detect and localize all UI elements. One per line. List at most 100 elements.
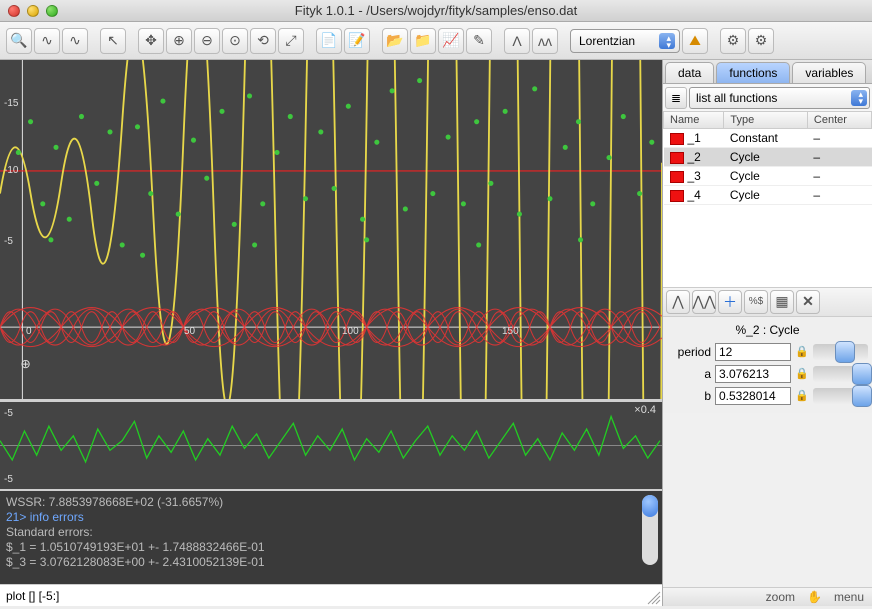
output-terminal[interactable]: WSSR: 7.8853978668E+02 (-31.6657%) 21> i… — [0, 489, 662, 584]
param-input[interactable] — [715, 387, 791, 405]
tool-move-button[interactable]: ✥ — [138, 28, 164, 54]
parameter-pane: %_2 : Cycle period🔒a🔒b🔒 — [663, 317, 872, 413]
function-type-select[interactable]: Lorentzian ▴▾ — [570, 29, 680, 53]
filter-list-icon[interactable]: ≣ — [665, 87, 687, 109]
zoom-icon[interactable] — [46, 5, 58, 17]
sidebar-tabs: data functions variables — [663, 60, 872, 84]
tool-pct-button[interactable]: %$ — [744, 290, 768, 314]
param-slider[interactable] — [813, 366, 868, 382]
color-swatch-icon — [670, 171, 684, 183]
function-type-label: Lorentzian — [579, 34, 635, 48]
main-plot[interactable]: ⊕ -15 -10 -5 0 50 100 150 — [0, 60, 662, 399]
status-bar: zoom ✋ menu — [663, 587, 872, 606]
tool-zoomx-button[interactable]: ⊙ — [222, 28, 248, 54]
tool-zoomin-button[interactable]: ⊕ — [166, 28, 192, 54]
tab-data[interactable]: data — [665, 62, 714, 83]
tool-gear1-button[interactable]: ⚙ — [720, 28, 746, 54]
command-input[interactable] — [0, 585, 644, 606]
lock-icon[interactable]: 🔒 — [795, 367, 809, 380]
xtick: 150 — [502, 326, 519, 337]
ytick: -5 — [4, 236, 13, 247]
table-row[interactable]: _3Cycle– — [664, 167, 872, 186]
tool-ploticon-button[interactable]: 📈 — [438, 28, 464, 54]
table-row[interactable]: _2Cycle– — [664, 148, 872, 167]
tool-open-button[interactable]: 📂 — [382, 28, 408, 54]
tool-openfolder-button[interactable]: 📁 — [410, 28, 436, 54]
command-input-row — [0, 584, 662, 606]
tool-peaks-button[interactable]: ᴧᴧ — [532, 28, 558, 54]
slider-thumb[interactable] — [852, 363, 872, 385]
aux-ytick: -5 — [4, 474, 13, 485]
function-list: Name Type Center _1Constant–_2Cycle–_3Cy… — [663, 112, 872, 287]
tool-edit-button[interactable]: ✎ — [466, 28, 492, 54]
slider-thumb[interactable] — [852, 385, 872, 407]
tool-pointer-button[interactable]: ↖ — [100, 28, 126, 54]
tool-scriptrun-button[interactable]: 📝 — [344, 28, 370, 54]
col-type[interactable]: Type — [724, 112, 808, 129]
slider-thumb[interactable] — [835, 341, 855, 363]
residual-canvas — [0, 402, 662, 489]
param-input[interactable] — [715, 365, 791, 383]
tool-script-button[interactable]: 📄 — [316, 28, 342, 54]
hand-icon: ✋ — [807, 590, 822, 604]
tool-gear2-button[interactable]: ⚙ — [748, 28, 774, 54]
tool-zoomout-button[interactable]: ⊖ — [194, 28, 220, 54]
close-icon[interactable] — [8, 5, 20, 17]
term-line: WSSR: 7.8853978668E+02 (-31.6657%) — [6, 495, 223, 509]
param-label: a — [667, 367, 711, 381]
minimize-icon[interactable] — [27, 5, 39, 17]
status-zoom[interactable]: zoom — [766, 590, 795, 604]
param-label: b — [667, 389, 711, 403]
param-slider[interactable] — [813, 344, 868, 360]
param-input[interactable] — [715, 343, 791, 361]
residual-plot[interactable]: -5 -5 ×0.4 — [0, 399, 662, 489]
resize-corner-icon[interactable] — [644, 588, 662, 606]
tool-peak-multi-button[interactable]: ⋀⋀ — [692, 290, 716, 314]
tool-add-button[interactable]: ＋ — [718, 290, 742, 314]
col-name[interactable]: Name — [664, 112, 724, 129]
tool-zoomall-button[interactable]: 🔍 — [6, 28, 32, 54]
tool-curve1-button[interactable]: ∿ — [34, 28, 60, 54]
param-row: period 🔒 — [667, 343, 868, 361]
color-swatch-icon — [670, 190, 684, 202]
terminal-scrollbar-thumb[interactable] — [642, 495, 658, 517]
xtick: 0 — [26, 326, 32, 337]
param-slider[interactable] — [813, 388, 868, 404]
tool-grid-button[interactable]: ▦ — [770, 290, 794, 314]
tab-functions[interactable]: functions — [716, 62, 790, 83]
aux-scale-label: ×0.4 — [634, 404, 656, 416]
lock-icon[interactable]: 🔒 — [795, 345, 809, 358]
aux-ytick: -5 — [4, 408, 13, 419]
tool-peak-button[interactable]: Λ — [504, 28, 530, 54]
param-row: b🔒 — [667, 387, 868, 405]
chevron-updown-icon: ▴▾ — [858, 91, 863, 105]
filter-select[interactable]: list all functions ▴▾ — [689, 87, 870, 109]
tool-zoomfit-button[interactable]: ⤢ — [278, 28, 304, 54]
xtick: 100 — [342, 326, 359, 337]
color-swatch-icon — [670, 152, 684, 164]
param-row: a🔒 — [667, 365, 868, 383]
tab-variables[interactable]: variables — [792, 62, 866, 83]
color-swatch-icon — [670, 133, 684, 145]
tool-peak-single-button[interactable]: ⋀ — [666, 290, 690, 314]
main-toolbar: 🔍 ∿ ∿ ↖ ✥ ⊕ ⊖ ⊙ ⟲ ⤢ 📄 📝 📂 📁 📈 ✎ Λ ᴧᴧ Lor… — [0, 22, 872, 60]
plot-canvas: ⊕ — [0, 60, 662, 399]
tool-zoomprev-button[interactable]: ⟲ — [250, 28, 276, 54]
filter-bar: ≣ list all functions ▴▾ — [663, 84, 872, 112]
term-cmd: info errors — [30, 510, 84, 524]
sidebar-tools: ⋀ ⋀⋀ ＋ %$ ▦ ✕ — [663, 287, 872, 317]
term-line: $_1 = 1.0510749193E+01 +- 1.7488832466E-… — [6, 540, 265, 554]
table-row[interactable]: _1Constant– — [664, 129, 872, 148]
ytick: -10 — [4, 165, 18, 176]
lock-icon[interactable]: 🔒 — [795, 389, 809, 402]
tool-curve2-button[interactable]: ∿ — [62, 28, 88, 54]
col-center[interactable]: Center — [807, 112, 871, 129]
term-prompt: 21> — [6, 510, 30, 524]
tool-addpeak-button[interactable]: ⛰ — [682, 28, 708, 54]
param-label: period — [667, 345, 711, 359]
param-title: %_2 : Cycle — [667, 323, 868, 337]
tool-delete-button[interactable]: ✕ — [796, 290, 820, 314]
sidebar: data functions variables ≣ list all func… — [662, 60, 872, 606]
status-menu[interactable]: menu — [834, 590, 864, 604]
table-row[interactable]: _4Cycle– — [664, 186, 872, 205]
